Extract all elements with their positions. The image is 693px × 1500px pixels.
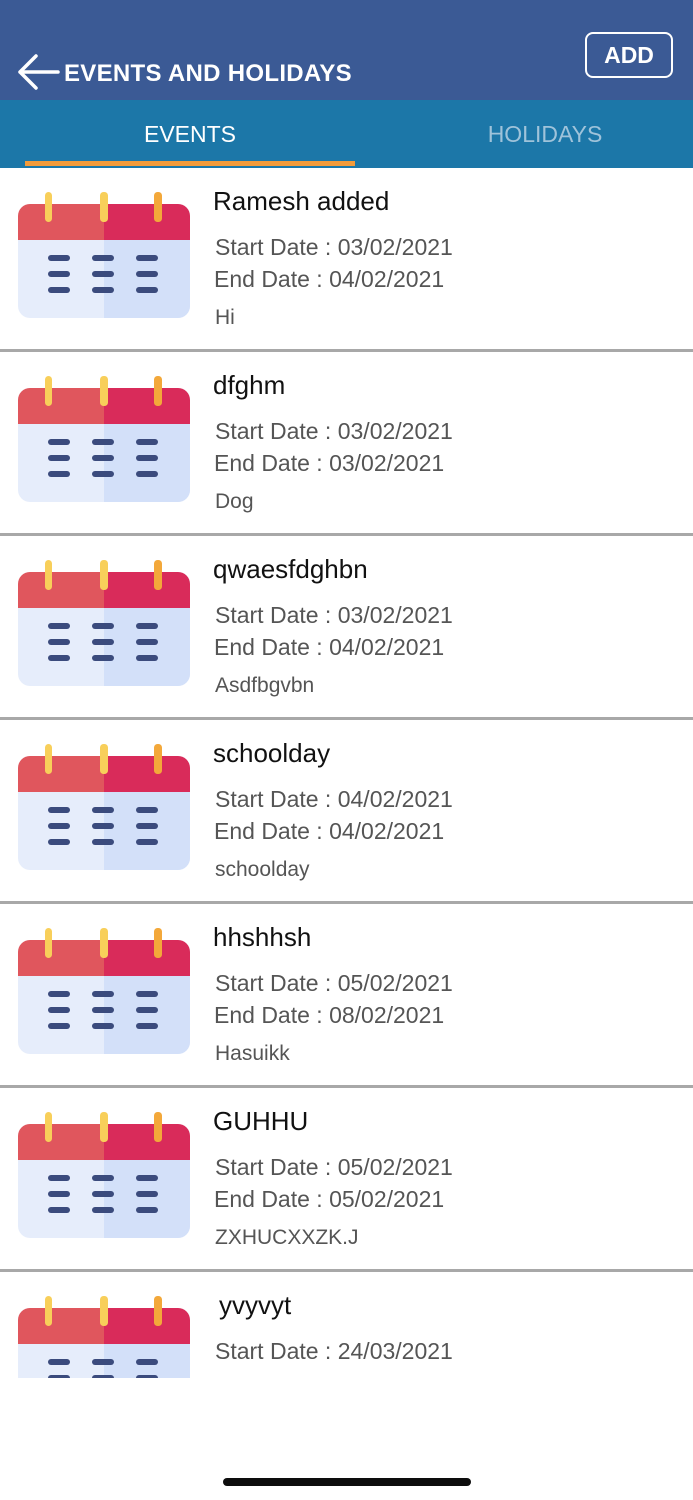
event-list-item[interactable]: schoolday Start Date : 04/02/2021 End Da… — [0, 720, 693, 904]
calendar-icon — [18, 1296, 190, 1378]
calendar-icon — [18, 744, 190, 870]
back-button[interactable] — [14, 48, 62, 96]
event-end-date: End Date : 04/02/2021 — [214, 818, 445, 844]
add-button[interactable]: ADD — [585, 32, 673, 78]
event-title: Ramesh added — [213, 186, 390, 216]
event-end-date: End Date : 08/02/2021 — [214, 1002, 445, 1028]
event-start-date: Start Date : 24/03/2021 — [215, 1338, 453, 1364]
event-start-date: Start Date : 04/02/2021 — [215, 786, 453, 812]
event-title: hhshhsh — [213, 922, 312, 952]
event-list-item[interactable]: dfghm Start Date : 03/02/2021 End Date :… — [0, 352, 693, 536]
calendar-icon — [18, 928, 190, 1054]
event-end-date: End Date : 05/02/2021 — [214, 1186, 445, 1212]
event-title: dfghm — [213, 370, 286, 400]
home-indicator — [223, 1478, 471, 1486]
event-start-date: Start Date : 03/02/2021 — [215, 418, 453, 444]
active-tab-indicator — [25, 161, 355, 166]
event-title: qwaesfdghbn — [213, 554, 368, 584]
event-list-item[interactable]: GUHHU Start Date : 05/02/2021 End Date :… — [0, 1088, 693, 1272]
event-start-date: Start Date : 05/02/2021 — [215, 970, 453, 996]
event-title: GUHHU — [213, 1106, 309, 1136]
event-start-date: Start Date : 03/02/2021 — [215, 234, 453, 260]
event-list[interactable]: Ramesh added Start Date : 03/02/2021 End… — [0, 168, 693, 1378]
event-list-item[interactable]: qwaesfdghbn Start Date : 03/02/2021 End … — [0, 536, 693, 720]
event-description: Asdfbgvbn — [215, 674, 315, 697]
tab-bar: EVENTS HOLIDAYS — [0, 100, 693, 168]
app-header: EVENTS AND HOLIDAYS ADD — [0, 0, 693, 100]
event-start-date: Start Date : 05/02/2021 — [215, 1154, 453, 1180]
tab-events[interactable]: EVENTS — [25, 100, 355, 168]
event-title: schoolday — [213, 738, 331, 768]
event-description: Hasuikk — [215, 1042, 290, 1065]
page-title: EVENTS AND HOLIDAYS — [64, 60, 352, 87]
event-end-date: End Date : 04/02/2021 — [214, 634, 445, 660]
event-list-item[interactable]: Ramesh added Start Date : 03/02/2021 End… — [0, 168, 693, 352]
event-end-date: End Date : 04/02/2021 — [214, 266, 445, 292]
event-end-date: End Date : 03/02/2021 — [214, 450, 445, 476]
event-list-item[interactable]: hhshhsh Start Date : 05/02/2021 End Date… — [0, 904, 693, 1088]
event-start-date: Start Date : 03/02/2021 — [215, 602, 453, 628]
event-description: ZXHUCXXZK.J — [215, 1226, 359, 1249]
event-list-item[interactable]: yvyvyt Start Date : 24/03/2021 — [0, 1272, 693, 1378]
arrow-left-icon — [18, 54, 60, 90]
calendar-icon — [18, 376, 190, 502]
tab-holidays[interactable]: HOLIDAYS — [380, 100, 693, 168]
event-description: Hi — [215, 306, 235, 329]
event-title: yvyvyt — [219, 1290, 292, 1320]
event-description: Dog — [215, 490, 254, 513]
calendar-icon — [18, 1112, 190, 1238]
calendar-icon — [18, 192, 190, 318]
calendar-icon — [18, 560, 190, 686]
event-description: schoolday — [215, 858, 310, 881]
